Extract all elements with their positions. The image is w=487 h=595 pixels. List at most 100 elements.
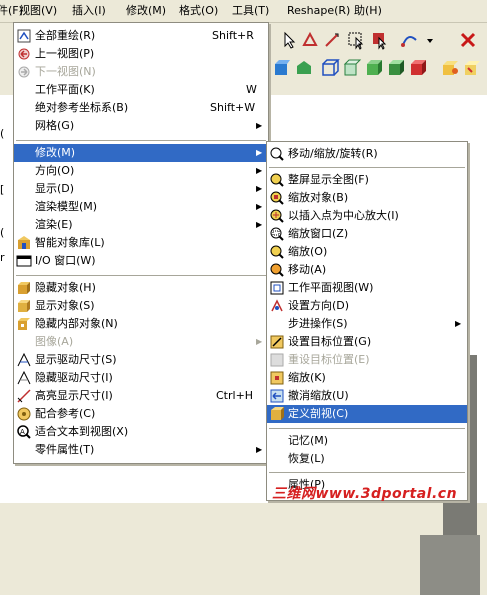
mate-reference-icon bbox=[16, 406, 32, 422]
menu-item-mate-reference[interactable]: 配合参考(C) bbox=[14, 405, 268, 423]
menu-item-label: 显示(D) bbox=[35, 182, 75, 195]
menu-item-show-object[interactable]: 显示对象(S) bbox=[14, 297, 268, 315]
menu-item-hide-driving-dimension[interactable]: 隐藏驱动尺寸(I) bbox=[14, 369, 268, 387]
decal-cube-icon[interactable] bbox=[462, 58, 482, 78]
menu-item-label: 适合文本到视图(X) bbox=[35, 425, 129, 438]
menu-insert[interactable]: 插入(I) bbox=[72, 3, 106, 19]
realistic-cube-icon[interactable] bbox=[386, 58, 406, 78]
model-part-base bbox=[420, 535, 480, 595]
submenu-item-zoom[interactable]: 缩放(O) bbox=[267, 243, 467, 261]
menu-item-label: 网格(G) bbox=[35, 119, 75, 132]
fit-text-icon: A bbox=[16, 424, 32, 440]
menu-view[interactable]: 视图(V) bbox=[19, 3, 57, 19]
menu-item-next-view: 下一视图(N) bbox=[14, 63, 268, 81]
menu-item-label: 设置方向(D) bbox=[288, 299, 350, 312]
rotate-tool-icon[interactable] bbox=[300, 30, 320, 50]
pick-tool-icon[interactable] bbox=[322, 30, 342, 50]
submenu-item-define-section[interactable]: 定义剖视(C) bbox=[267, 405, 467, 423]
menu-item-io-window[interactable]: I/O 窗口(W) bbox=[14, 252, 268, 270]
site-watermark: 三维网www.3dportal.cn bbox=[272, 486, 458, 502]
menu-item-render[interactable]: 渲染(E) ▶ bbox=[14, 216, 268, 234]
menu-separator bbox=[269, 167, 465, 168]
menu-item-grid[interactable]: 网格(G) ▶ bbox=[14, 117, 268, 135]
side-fragment-a: ( bbox=[0, 127, 5, 140]
menu-item-label: 移动(A) bbox=[288, 263, 327, 276]
material-cube-icon[interactable] bbox=[440, 58, 460, 78]
submenu-item-workplane-view[interactable]: 工作平面视图(W) bbox=[267, 279, 467, 297]
select-box-icon[interactable] bbox=[346, 30, 366, 50]
submenu-item-undo-zoom[interactable]: 撤消缩放(U) bbox=[267, 387, 467, 405]
submenu-item-reset-target: 重设目标位置(E) bbox=[267, 351, 467, 369]
menu-item-hide-internal-object[interactable]: 隐藏内部对象(N) bbox=[14, 315, 268, 333]
submenu-item-zoom-k[interactable]: 缩放(K) bbox=[267, 369, 467, 387]
texture-cube-icon[interactable] bbox=[408, 58, 428, 78]
submenu-arrow-icon: ▶ bbox=[256, 202, 263, 211]
render-green-icon[interactable] bbox=[294, 58, 314, 78]
submenu-item-pan[interactable]: 移动(A) bbox=[267, 261, 467, 279]
zoom-k-icon bbox=[269, 370, 285, 386]
menu-item-label: 上一视图(P) bbox=[35, 47, 95, 60]
menu-bar: 文件(F) 视图(V) 插入(I) 修改(M) 格式(O) 工具(T) Resh… bbox=[0, 0, 487, 23]
zoom-window-icon bbox=[269, 226, 285, 242]
submenu-item-restore[interactable]: 恢复(L) bbox=[267, 450, 467, 468]
menu-item-hide-object[interactable]: 隐藏对象(H) bbox=[14, 279, 268, 297]
submenu-item-zoom-insert-point[interactable]: 以插入点为中心放大(I) bbox=[267, 207, 467, 225]
menu-item-fit-text[interactable]: A 适合文本到视图(X) bbox=[14, 423, 268, 441]
menu-tools[interactable]: 工具(T) bbox=[232, 3, 269, 19]
wireframe-cube-icon[interactable] bbox=[320, 58, 340, 78]
menu-item-label: 下一视图(N) bbox=[35, 65, 96, 78]
reset-target-icon bbox=[269, 352, 285, 368]
define-section-icon bbox=[269, 406, 285, 422]
menu-help[interactable]: 助(H) bbox=[354, 3, 382, 19]
submenu-item-memory[interactable]: 记忆(M) bbox=[267, 432, 467, 450]
submenu-item-step-operation[interactable]: 步进操作(S) ▶ bbox=[267, 315, 467, 333]
zoom-icon bbox=[269, 244, 285, 260]
submenu-item-zoom-object[interactable]: 缩放对象(B) bbox=[267, 189, 467, 207]
submenu-item-move-scale-rotate[interactable]: 移动/缩放/旋转(R) bbox=[267, 145, 467, 163]
menu-item-orientation[interactable]: 方向(O) ▶ bbox=[14, 162, 268, 180]
menu-item-redraw-all[interactable]: 全部重绘(R) Shift+R bbox=[14, 27, 268, 45]
menu-item-label: 撤消缩放(U) bbox=[288, 389, 349, 402]
menu-item-absolute-coords[interactable]: 绝对参考坐标系(B) Shift+W bbox=[14, 99, 268, 117]
menu-item-previous-view[interactable]: 上一视图(P) bbox=[14, 45, 268, 63]
shaded-cube-icon[interactable] bbox=[364, 58, 384, 78]
hidden-line-cube-icon[interactable] bbox=[342, 58, 362, 78]
select-arrow-icon[interactable] bbox=[280, 30, 300, 50]
menu-item-label: 重设目标位置(E) bbox=[288, 353, 370, 366]
menu-item-display[interactable]: 显示(D) ▶ bbox=[14, 180, 268, 198]
menu-item-label: 显示驱动尺寸(S) bbox=[35, 353, 117, 366]
side-fragment-d: r bbox=[0, 251, 5, 264]
menu-item-smart-object-library[interactable]: 智能对象库(L) bbox=[14, 234, 268, 252]
submenu-item-set-target[interactable]: 设置目标位置(G) bbox=[267, 333, 467, 351]
menu-modify[interactable]: 修改(M) bbox=[126, 3, 166, 19]
menu-item-render-model[interactable]: 渲染模型(M) ▶ bbox=[14, 198, 268, 216]
menu-item-label: 步进操作(S) bbox=[288, 317, 348, 330]
menu-item-show-driving-dimension[interactable]: 显示驱动尺寸(S) bbox=[14, 351, 268, 369]
menu-item-workplane[interactable]: 工作平面(K) W bbox=[14, 81, 268, 99]
submenu-item-zoom-window[interactable]: 缩放窗口(Z) bbox=[267, 225, 467, 243]
menu-item-label: 缩放(O) bbox=[288, 245, 328, 258]
dropdown-arrow-icon[interactable] bbox=[420, 30, 433, 50]
menu-format[interactable]: 格式(O) bbox=[179, 3, 218, 19]
menu-reshape[interactable]: Reshape(R) bbox=[287, 3, 350, 19]
render-blue-icon[interactable] bbox=[272, 58, 292, 78]
menu-item-part-properties[interactable]: 零件属性(T) ▶ bbox=[14, 441, 268, 459]
select-face-icon[interactable] bbox=[370, 30, 390, 50]
menu-item-label: 高亮显示尺寸(I) bbox=[35, 389, 113, 402]
menu-item-shortcut: Shift+W bbox=[210, 101, 256, 114]
submenu-item-set-orientation[interactable]: 设置方向(D) bbox=[267, 297, 467, 315]
submenu-arrow-icon: ▶ bbox=[256, 184, 263, 193]
menu-item-image: 图像(A) ▶ bbox=[14, 333, 268, 351]
delete-icon[interactable] bbox=[458, 30, 478, 50]
menu-item-highlight-dimension[interactable]: 高亮显示尺寸(I) Ctrl+H bbox=[14, 387, 268, 405]
curve-tool-icon[interactable] bbox=[400, 30, 420, 50]
side-fragment-c: ( bbox=[0, 226, 5, 239]
submenu-item-zoom-fit[interactable]: 整屏显示全图(F) bbox=[267, 171, 467, 189]
previous-view-icon bbox=[16, 46, 32, 62]
menu-item-modify[interactable]: 修改(M) ▶ bbox=[14, 144, 268, 162]
highlight-dimension-icon bbox=[16, 388, 32, 404]
move-scale-rotate-icon bbox=[269, 146, 285, 162]
zoom-insert-point-icon bbox=[269, 208, 285, 224]
zoom-fit-icon bbox=[269, 172, 285, 188]
menu-item-label: 移动/缩放/旋转(R) bbox=[288, 147, 378, 160]
